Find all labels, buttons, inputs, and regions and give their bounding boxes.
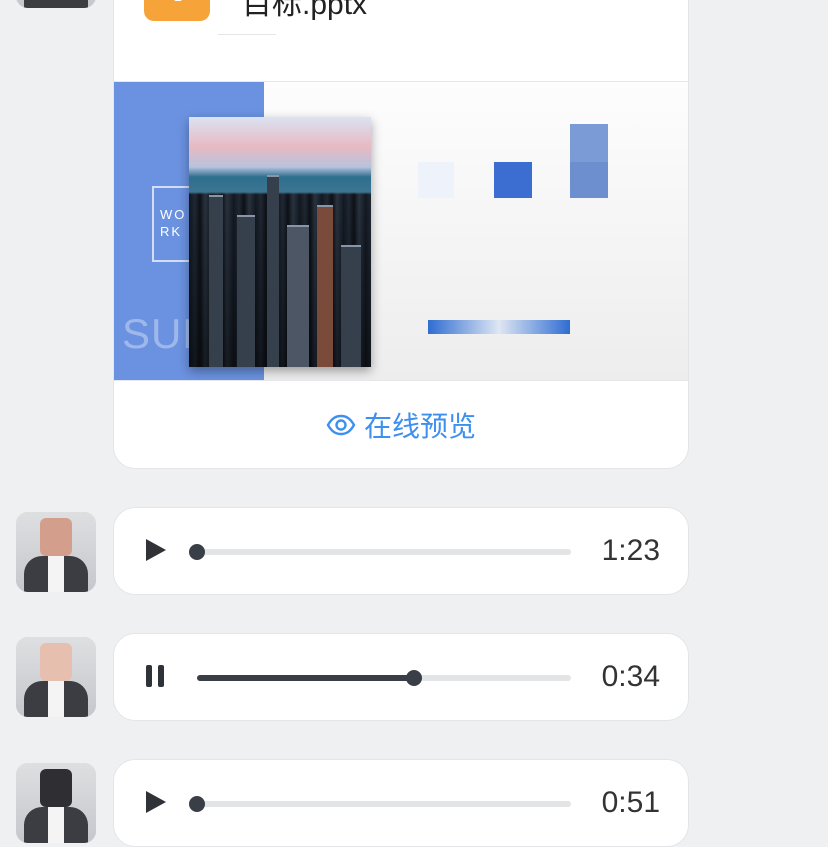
- voice-progress-fill: [197, 675, 414, 681]
- online-preview-label: 在线预览: [363, 411, 476, 442]
- pptx-file-icon: [144, 0, 210, 21]
- voice-duration: 0:51: [601, 786, 660, 819]
- avatar[interactable]: [16, 512, 96, 592]
- voice-message[interactable]: 0:51: [113, 759, 689, 847]
- play-icon[interactable]: [140, 535, 170, 565]
- eye-icon: [326, 414, 356, 436]
- file-message-card[interactable]: 目标.pptx WO RK SUMMARY 在线预览: [113, 0, 689, 469]
- voice-duration: 1:23: [601, 534, 660, 567]
- file-preview-thumbnail[interactable]: WO RK SUMMARY: [114, 82, 688, 380]
- online-preview-button[interactable]: 在线预览: [114, 380, 688, 468]
- avatar[interactable]: [16, 637, 96, 717]
- voice-message[interactable]: 1:23: [113, 507, 689, 595]
- voice-progress-track[interactable]: [189, 544, 571, 560]
- divider: [218, 34, 276, 35]
- thumbnail-block: [494, 162, 532, 198]
- voice-progress-handle[interactable]: [405, 670, 422, 686]
- thumbnail-block: [418, 162, 454, 198]
- voice-progress-handle[interactable]: [189, 544, 205, 560]
- thumbnail-block: [570, 124, 608, 162]
- voice-progress-handle[interactable]: [189, 796, 205, 812]
- thumbnail-city-photo: [189, 117, 371, 367]
- voice-message[interactable]: 0:34: [113, 633, 689, 721]
- play-icon[interactable]: [140, 787, 170, 817]
- thumbnail-bar: [428, 320, 570, 334]
- thumbnail-work-text: WO RK: [160, 207, 187, 239]
- voice-progress-track[interactable]: [197, 670, 571, 686]
- voice-progress-track[interactable]: [189, 796, 571, 812]
- file-name: 目标.pptx: [242, 0, 368, 21]
- avatar[interactable]: [16, 763, 96, 843]
- avatar[interactable]: [16, 0, 96, 8]
- voice-duration: 0:34: [601, 660, 660, 693]
- pause-icon[interactable]: [140, 661, 170, 691]
- thumbnail-block: [570, 162, 608, 198]
